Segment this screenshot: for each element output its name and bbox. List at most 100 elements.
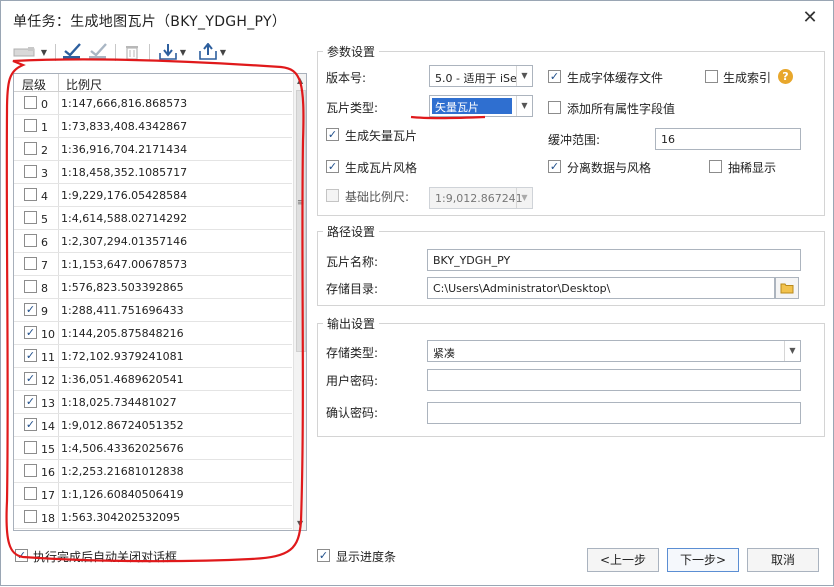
level-scale: 1:288,411.751696433 (61, 304, 184, 317)
level-checkbox[interactable] (24, 257, 37, 270)
level-checkbox[interactable] (24, 142, 37, 155)
level-checkbox[interactable]: ✓ (24, 395, 37, 408)
level-checkbox[interactable] (24, 96, 37, 109)
chevron-down-icon: ▼ (516, 96, 532, 116)
level-checkbox[interactable]: ✓ (24, 349, 37, 362)
sparse-display-checkbox[interactable] (709, 160, 722, 173)
level-number: 0 (41, 98, 48, 111)
user-password-input[interactable] (427, 369, 801, 391)
cancel-button[interactable]: 取消 (747, 548, 819, 572)
level-checkbox[interactable]: ✓ (24, 303, 37, 316)
scrollbar-thumb[interactable] (296, 90, 306, 352)
level-checkbox[interactable]: ✓ (24, 372, 37, 385)
level-checkbox[interactable] (24, 211, 37, 224)
table-row[interactable]: 1 1:73,833,408.4342867 (14, 115, 292, 138)
level-scale: 1:9,229,176.05428584 (61, 189, 188, 202)
level-number: 3 (41, 167, 48, 180)
delete-button[interactable] (121, 41, 143, 63)
table-row[interactable]: 7 1:1,153,647.00678573 (14, 253, 292, 276)
tile-name-value: BKY_YDGH_PY (433, 254, 511, 267)
table-row[interactable]: 6 1:2,307,294.01357146 (14, 230, 292, 253)
base-scale-checkbox[interactable] (326, 189, 339, 202)
level-checkbox[interactable] (24, 441, 37, 454)
base-scale-select[interactable]: 1:9,012.867241 ▼ (429, 187, 533, 209)
check-all-button[interactable] (61, 41, 83, 63)
show-progress-checkbox[interactable]: ✓ (317, 549, 330, 562)
column-header-level[interactable]: 层级 (22, 76, 46, 93)
table-row[interactable]: 15 1:4,506.43362025676 (14, 437, 292, 460)
level-checkbox[interactable] (24, 464, 37, 477)
scroll-up-icon[interactable]: ▲ (297, 76, 303, 85)
level-checkbox[interactable]: ✓ (24, 418, 37, 431)
storage-type-select[interactable]: 紧凑 ▼ (427, 340, 801, 362)
table-row[interactable]: ✓ 11 1:72,102.9379241081 (14, 345, 292, 368)
table-row[interactable]: 17 1:1,126.60840506419 (14, 483, 292, 506)
level-scale: 1:18,025.734481027 (61, 396, 177, 409)
gen-tile-style-checkbox[interactable]: ✓ (326, 160, 339, 173)
gen-vector-tiles-checkbox[interactable]: ✓ (326, 128, 339, 141)
confirm-password-input[interactable] (427, 402, 801, 424)
storage-dir-input[interactable]: C:\Users\Administrator\Desktop\ (427, 277, 775, 299)
level-number: 17 (41, 489, 55, 502)
tile-type-label: 瓦片类型: (326, 101, 379, 115)
import-button[interactable]: ▼ (155, 41, 189, 63)
table-row[interactable]: 4 1:9,229,176.05428584 (14, 184, 292, 207)
storage-type-label: 存储类型: (326, 346, 379, 360)
level-checkbox[interactable] (24, 280, 37, 293)
table-row[interactable]: 18 1:563.304202532095 (14, 506, 292, 529)
level-checkbox[interactable] (24, 165, 37, 178)
storage-type-value: 紧凑 (433, 347, 455, 360)
table-row[interactable]: 3 1:18,458,352.1085717 (14, 161, 292, 184)
help-icon[interactable]: ? (778, 69, 793, 84)
level-number: 13 (41, 397, 55, 410)
uncheck-all-button[interactable] (87, 41, 109, 63)
version-select[interactable]: 5.0 - 适用于 iSe ▼ (429, 65, 533, 87)
gen-font-cache-checkbox[interactable]: ✓ (548, 70, 561, 83)
level-number: 1 (41, 121, 48, 134)
table-row[interactable]: ✓ 10 1:144,205.875848216 (14, 322, 292, 345)
version-value: 5.0 - 适用于 iSe (435, 72, 517, 85)
level-number: 14 (41, 420, 55, 433)
table-row[interactable]: 5 1:4,614,588.02714292 (14, 207, 292, 230)
level-checkbox[interactable]: ✓ (24, 326, 37, 339)
level-number: 15 (41, 443, 55, 456)
layers-dropdown-button[interactable]: ▼ (9, 41, 51, 63)
auto-close-checkbox[interactable]: ✓ (15, 549, 28, 562)
level-checkbox[interactable] (24, 188, 37, 201)
table-row[interactable]: 16 1:2,253.21681012838 (14, 460, 292, 483)
output-group-title: 输出设置 (323, 315, 380, 332)
table-row[interactable]: 2 1:36,916,704.2171434 (14, 138, 292, 161)
level-checkbox[interactable] (24, 487, 37, 500)
column-header-scale[interactable]: 比例尺 (66, 76, 102, 93)
buffer-input[interactable]: 16 (655, 128, 801, 150)
level-checkbox[interactable] (24, 234, 37, 247)
export-button[interactable]: ▼ (195, 41, 229, 63)
level-scale: 1:4,506.43362025676 (61, 442, 184, 455)
level-number: 8 (41, 282, 48, 295)
tile-type-select[interactable]: 矢量瓦片 ▼ (429, 95, 533, 117)
table-row[interactable]: ✓ 14 1:9,012.86724051352 (14, 414, 292, 437)
tile-name-input[interactable]: BKY_YDGH_PY (427, 249, 801, 271)
table-row[interactable]: ✓ 12 1:36,051.4689620541 (14, 368, 292, 391)
table-header: 层级 比例尺 (14, 74, 292, 92)
level-number: 5 (41, 213, 48, 226)
add-all-attr-checkbox[interactable] (548, 101, 561, 114)
table-scrollbar[interactable]: ▲ ≡ ▼ (293, 74, 306, 530)
table-row[interactable]: ✓ 13 1:18,025.734481027 (14, 391, 292, 414)
split-data-style-checkbox[interactable]: ✓ (548, 160, 561, 173)
scroll-down-icon[interactable]: ▼ (297, 519, 303, 528)
chevron-down-icon: ▼ (179, 47, 187, 57)
level-checkbox[interactable] (24, 119, 37, 132)
prev-button[interactable]: <上一步 (587, 548, 659, 572)
next-button[interactable]: 下一步> (667, 548, 739, 572)
table-row[interactable]: 0 1:147,666,816.868573 (14, 92, 292, 115)
browse-folder-button[interactable] (775, 277, 799, 299)
table-row[interactable]: ✓ 9 1:288,411.751696433 (14, 299, 292, 322)
folder-icon (780, 283, 794, 294)
level-scale: 1:36,051.4689620541 (61, 373, 184, 386)
table-row[interactable]: 8 1:576,823.503392865 (14, 276, 292, 299)
close-icon[interactable]: ✕ (801, 9, 819, 27)
level-checkbox[interactable] (24, 510, 37, 523)
gen-index-checkbox[interactable] (705, 70, 718, 83)
level-scale: 1:1,126.60840506419 (61, 488, 184, 501)
